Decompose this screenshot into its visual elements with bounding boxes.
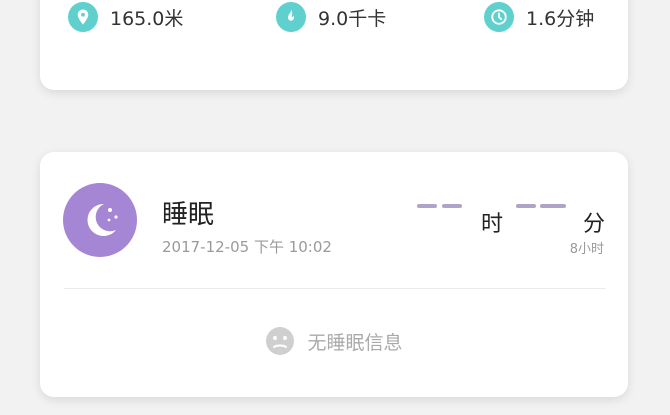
empty-sleep-state: 无睡眠信息 [40,326,628,356]
minutes-placeholder-dash [540,204,566,208]
calories-value: 9.0千卡 [318,7,387,30]
sleep-goal: 8小时 [569,242,604,257]
sleep-date: 2017-12-05 下午 10:02 [162,238,332,256]
clock-icon [484,2,514,32]
calories-stat: 9.0千卡 [276,0,386,34]
minutes-placeholder-dash [516,204,536,208]
activity-summary-card[interactable]: 165.0米 9.0千卡 1.6分钟 [40,0,628,90]
location-pin-icon [68,2,98,32]
sad-face-icon [265,326,295,356]
minute-unit: 分 [583,212,606,237]
moon-stars-icon [63,183,137,257]
flame-icon [276,2,306,32]
hours-placeholder-dash [442,204,462,208]
sleep-card[interactable]: 睡眠 2017-12-05 下午 10:02 时 分 8小时 无睡眠信息 [40,152,628,397]
divider [64,288,606,289]
sleep-title: 睡眠 [162,200,215,230]
duration-value: 1.6分钟 [526,7,595,30]
distance-stat: 165.0米 [68,0,183,34]
duration-stat: 1.6分钟 [484,0,594,34]
distance-value: 165.0米 [110,7,184,30]
empty-sleep-message: 无睡眠信息 [307,331,403,354]
hours-placeholder-dash [417,204,437,208]
hour-unit: 时 [481,212,504,237]
